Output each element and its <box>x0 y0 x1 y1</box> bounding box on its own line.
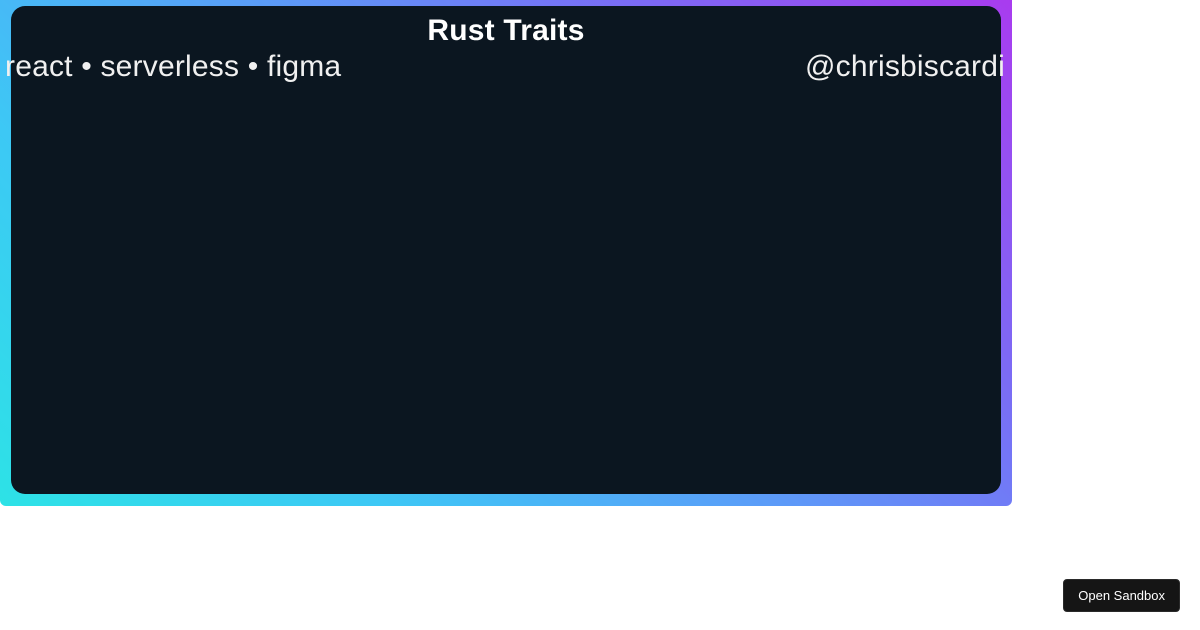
opengraph-card: Rust Traits react • serverless • figma @… <box>11 6 1001 494</box>
open-sandbox-button[interactable]: Open Sandbox <box>1063 579 1180 612</box>
card-handle: @chrisbiscardi <box>805 50 1005 84</box>
card-meta-row: react • serverless • figma @chrisbiscard… <box>11 48 1001 84</box>
gradient-frame: Rust Traits react • serverless • figma @… <box>0 0 1012 506</box>
card-tags: react • serverless • figma <box>5 50 341 84</box>
card-title: Rust Traits <box>11 6 1001 48</box>
